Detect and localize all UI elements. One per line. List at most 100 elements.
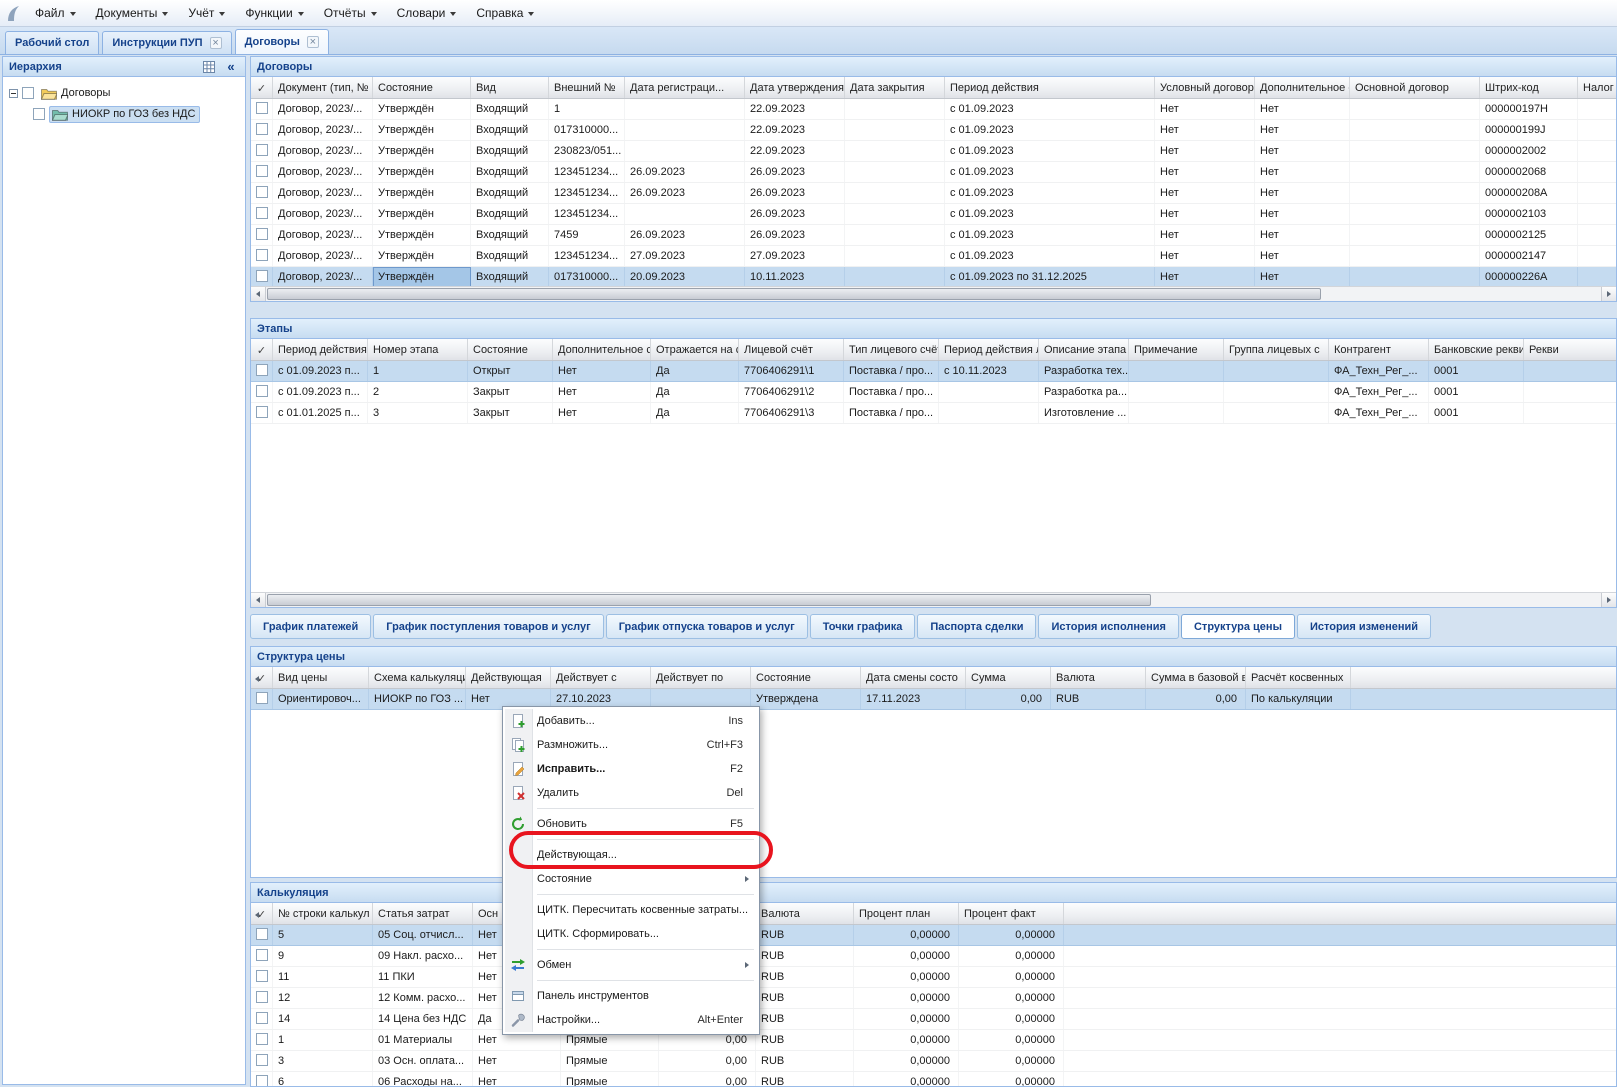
tree-checkbox[interactable] (33, 108, 45, 120)
scroll-left-icon[interactable] (252, 668, 261, 689)
column-header[interactable]: Номер этапа (368, 339, 468, 360)
tree-expander-icon[interactable] (9, 89, 18, 98)
row-checkbox[interactable] (256, 102, 268, 114)
subtab[interactable]: История исполнения (1038, 614, 1179, 639)
column-header[interactable]: Внешний № (549, 77, 625, 98)
column-header[interactable]: Примечание (1129, 339, 1224, 360)
column-header[interactable]: Контрагент (1329, 339, 1429, 360)
price-row[interactable]: Ориентировоч...НИОКР по ГОЗ ...Нет27.10.… (251, 689, 1616, 710)
column-header[interactable]: Расчёт косвенных (1246, 667, 1351, 688)
row-checkbox[interactable] (256, 928, 268, 940)
column-header[interactable]: Описание этапа (1039, 339, 1129, 360)
row-checkbox[interactable] (256, 228, 268, 240)
stages-hscrollbar[interactable] (251, 592, 1616, 607)
scrollbar-thumb[interactable] (267, 594, 1151, 606)
row-checkbox[interactable] (256, 692, 268, 704)
column-header[interactable]: Дополнительное с (553, 339, 651, 360)
context-menu-item[interactable]: ЦИТК. Сформировать... (505, 922, 757, 946)
column-header[interactable]: Отражается на су (651, 339, 739, 360)
column-header[interactable]: Дата смены состо (861, 667, 966, 688)
column-header[interactable]: Дата закрытия (845, 77, 945, 98)
column-header[interactable]: Группа лицевых с (1224, 339, 1329, 360)
row-checkbox[interactable] (256, 970, 268, 982)
column-header[interactable]: Состояние (468, 339, 553, 360)
calc-row[interactable]: 1414 Цена без НДСДаRUB0,000000,00000 (251, 1009, 1616, 1030)
subtab[interactable]: Точки графика (810, 614, 916, 639)
column-header[interactable]: Дата утверждения (745, 77, 845, 98)
subtab[interactable]: История изменений (1297, 614, 1431, 639)
column-header[interactable]: Валюта (1051, 667, 1146, 688)
select-all-header[interactable]: ✓ (251, 77, 273, 98)
window-tab[interactable]: Договоры× (235, 29, 329, 54)
column-header[interactable]: Основной договор (1350, 77, 1480, 98)
context-menu-item[interactable]: Настройки...Alt+Enter (505, 1008, 757, 1032)
contracts-row[interactable]: Договор, 2023/...УтверждёнВходящий123451… (251, 204, 1616, 225)
row-checkbox[interactable] (256, 1012, 268, 1024)
stages-row[interactable]: с 01.09.2023 п...2ЗакрытНетДа7706406291\… (251, 382, 1616, 403)
calc-row[interactable]: 1212 Комм. расхо...НетRUB0,000000,00000 (251, 988, 1616, 1009)
stages-row[interactable]: с 01.01.2025 п...3ЗакрытНетДа7706406291\… (251, 403, 1616, 424)
scroll-right-icon[interactable] (1601, 287, 1616, 301)
row-checkbox[interactable] (256, 1054, 268, 1066)
column-header[interactable]: Схема калькуляци (369, 667, 466, 688)
contracts-row[interactable]: Договор, 2023/...УтверждёнВходящий230823… (251, 141, 1616, 162)
subtab[interactable]: Паспорта сделки (917, 614, 1036, 639)
context-menu-item[interactable]: УдалитьDel (505, 781, 757, 805)
subtab[interactable]: График поступления товаров и услуг (373, 614, 603, 639)
menubar-item[interactable]: Функции (235, 0, 313, 26)
window-tab[interactable]: Инструкции ПУП× (102, 31, 231, 54)
context-menu-item[interactable]: Состояние (505, 867, 757, 891)
column-header[interactable]: Тип лицевого счёт (844, 339, 939, 360)
row-checkbox[interactable] (256, 123, 268, 135)
column-header[interactable]: Рекви (1524, 339, 1616, 360)
row-checkbox[interactable] (256, 385, 268, 397)
menubar-item[interactable]: Словари (387, 0, 467, 26)
column-header[interactable]: Процент факт (959, 903, 1064, 924)
row-checkbox[interactable] (256, 406, 268, 418)
column-header[interactable]: Сумма (966, 667, 1051, 688)
calc-row[interactable]: 101 МатериалыНетПрямые0,00RUB0,000000,00… (251, 1030, 1616, 1051)
contracts-row[interactable]: Договор, 2023/...УтверждёнВходящий017310… (251, 267, 1616, 288)
scroll-left-icon[interactable] (251, 287, 266, 301)
row-checkbox[interactable] (256, 186, 268, 198)
row-checkbox[interactable] (256, 1033, 268, 1045)
column-header[interactable]: Действующая (466, 667, 551, 688)
calc-row[interactable]: 505 Соц. отчисл...НетRUB0,000000,00000 (251, 925, 1616, 946)
subtab[interactable]: График отпуска товаров и услуг (606, 614, 808, 639)
row-checkbox[interactable] (256, 165, 268, 177)
tree-node[interactable]: НИОКР по ГОЗ без НДС (3, 104, 245, 124)
column-header[interactable]: Действует с (551, 667, 651, 688)
window-tab[interactable]: Рабочий стол (5, 31, 99, 54)
column-header[interactable]: Валюта (756, 903, 854, 924)
column-header[interactable]: Сумма в базовой в (1146, 667, 1246, 688)
tree-checkbox[interactable] (22, 87, 34, 99)
row-checkbox[interactable] (256, 144, 268, 156)
calc-row[interactable]: 606 Расходы на...НетПрямые0,00RUB0,00000… (251, 1072, 1616, 1087)
subtab[interactable]: Структура цены (1181, 614, 1295, 639)
row-checkbox[interactable] (256, 1075, 268, 1087)
scroll-left-icon[interactable] (252, 904, 261, 925)
calc-row[interactable]: 909 Накл. расхо...НетRUB0,000000,00000 (251, 946, 1616, 967)
context-menu-item[interactable]: ОбновитьF5 (505, 812, 757, 836)
contracts-row[interactable]: Договор, 2023/...УтверждёнВходящий745926… (251, 225, 1616, 246)
hierarchy-view-icon[interactable] (201, 59, 217, 75)
contracts-row[interactable]: Договор, 2023/...УтверждёнВходящий017310… (251, 120, 1616, 141)
contracts-row[interactable]: Договор, 2023/...УтверждёнВходящий122.09… (251, 99, 1616, 120)
context-menu-item[interactable]: Исправить...F2 (505, 757, 757, 781)
context-menu-item[interactable]: ЦИТК. Пересчитать косвенные затраты... (505, 898, 757, 922)
subtab[interactable]: График платежей (250, 614, 371, 639)
menubar-item[interactable]: Отчёты (314, 0, 387, 26)
row-checkbox[interactable] (256, 949, 268, 961)
tree-node[interactable]: Договоры (3, 83, 245, 103)
row-checkbox[interactable] (256, 270, 268, 282)
column-header[interactable]: Налог (1578, 77, 1616, 98)
context-menu-item[interactable]: Действующая... (505, 843, 757, 867)
column-header[interactable]: Период действия л (939, 339, 1039, 360)
scroll-left-icon[interactable] (251, 593, 266, 607)
menubar-item[interactable]: Документы (86, 0, 179, 26)
column-header[interactable]: № строки калькул (273, 903, 373, 924)
column-header[interactable]: Условный договор (1155, 77, 1255, 98)
row-checkbox[interactable] (256, 207, 268, 219)
column-header[interactable]: Штрих-код (1480, 77, 1578, 98)
collapse-panel-icon[interactable]: « (223, 59, 239, 75)
